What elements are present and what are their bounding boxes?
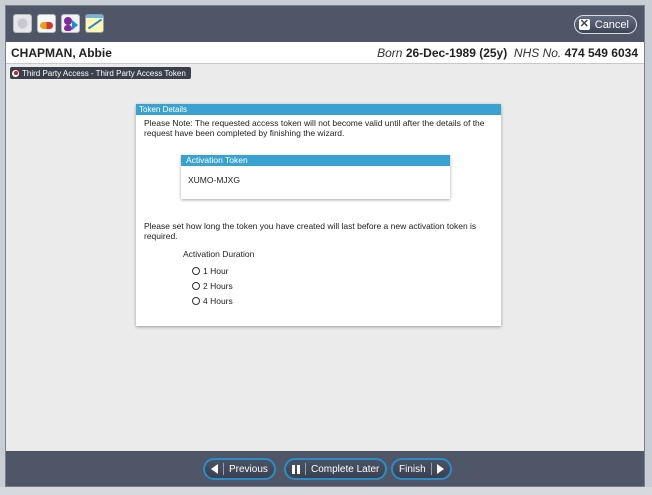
separator [430, 463, 432, 475]
separator [305, 463, 306, 475]
patient-banner: CHAPMAN, Abbie Born 26-Dec-1989 (25y) NH… [6, 42, 644, 64]
duration-label: Activation Duration [183, 249, 255, 259]
date-of-birth: 26-Dec-1989 (25y) [405, 46, 508, 60]
duration-instruction: Please set how long the token you have c… [144, 221, 477, 241]
previous-button[interactable]: Previous [203, 458, 276, 480]
radio-button[interactable] [192, 297, 200, 305]
main-content: Token Details Please Note: The requested… [6, 83, 644, 451]
close-icon: ✕ [578, 18, 590, 30]
pause-icon [292, 464, 300, 474]
activation-token-value: XUMO-MJXG [188, 175, 240, 185]
complete-later-label: Complete Later [311, 463, 380, 475]
nhs-number: 474 549 6034 [564, 46, 638, 60]
previous-label: Previous [229, 463, 268, 475]
arrow-right-icon [436, 464, 444, 474]
finish-button[interactable]: Finish [391, 458, 452, 480]
token-details-panel: Token Details Please Note: The requested… [136, 104, 501, 326]
finish-label: Finish [399, 463, 426, 475]
separator [223, 463, 224, 475]
radio-button[interactable] [192, 267, 200, 275]
radio-button[interactable] [192, 282, 200, 290]
breadcrumb-label: Third Party Access - Third Party Access … [22, 68, 186, 78]
note-text: Please Note: The requested access token … [144, 118, 485, 138]
settings-icon[interactable] [13, 14, 32, 33]
title-bar: ✕ Cancel [6, 6, 644, 42]
arrow-left-icon [211, 464, 218, 474]
patient-name: CHAPMAN, Abbie [11, 46, 112, 60]
background-window [0, 487, 652, 495]
record-icon [12, 69, 19, 77]
activation-token-box: Activation Token XUMO-MJXG [181, 155, 450, 199]
duration-option-label: 4 Hours [203, 296, 233, 306]
duration-option-2-hours[interactable]: 2 Hours [192, 281, 233, 291]
duration-option-label: 1 Hour [203, 266, 229, 276]
cancel-label: Cancel [594, 18, 629, 31]
duration-option-4-hours[interactable]: 4 Hours [192, 296, 233, 306]
patient-demographics: Born 26-Dec-1989 (25y) NHS No. 474 549 6… [377, 46, 638, 60]
duration-option-label: 2 Hours [203, 281, 233, 291]
born-label: Born [377, 46, 403, 60]
chart-icon[interactable] [85, 14, 104, 33]
wizard-footer: Previous Complete Later Finish [6, 451, 644, 486]
complete-later-button[interactable]: Complete Later [284, 458, 388, 480]
patient-access-icon[interactable] [61, 14, 80, 33]
activation-token-title: Activation Token [181, 155, 450, 166]
cancel-button[interactable]: ✕ Cancel [573, 15, 637, 34]
wizard-window: ✕ Cancel CHAPMAN, Abbie Born 26-Dec-1989… [5, 5, 645, 487]
nhs-number-label: NHS No. [513, 46, 562, 60]
panel-title: Token Details [136, 104, 501, 115]
breadcrumb[interactable]: Third Party Access - Third Party Access … [10, 67, 191, 79]
duration-option-1-hour[interactable]: 1 Hour [192, 266, 229, 276]
medication-icon[interactable] [37, 14, 56, 33]
